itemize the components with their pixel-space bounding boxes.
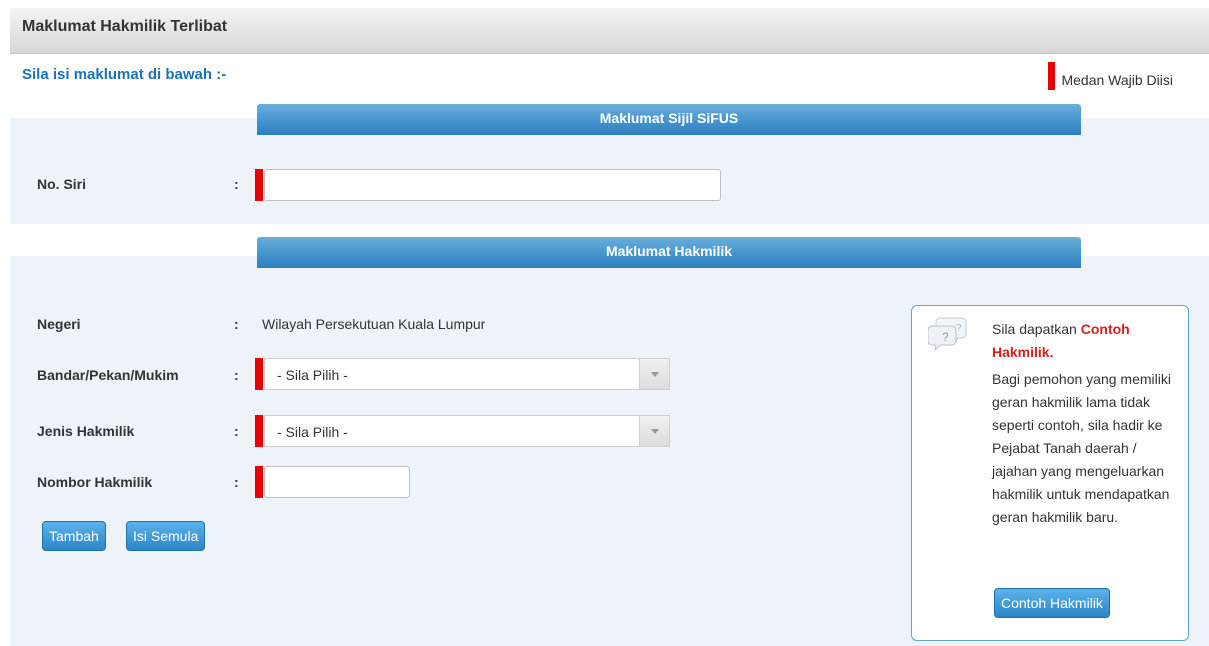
instruction-text: Sila isi maklumat di bawah :- (22, 66, 227, 83)
chevron-down-icon (651, 372, 659, 377)
help-box: ? ? Sila dapatkan Contoh Hakmilik. Bagi … (911, 305, 1189, 641)
jenis-colon: : (234, 423, 239, 439)
bandar-dropdown-button[interactable] (639, 359, 669, 389)
bandar-select[interactable]: - Sila Pilih - (264, 358, 670, 390)
jenis-select[interactable]: - Sila Pilih - (264, 415, 670, 447)
required-legend: Medan Wajib Diisi (1048, 62, 1173, 90)
negeri-label: Negeri (37, 316, 81, 332)
bandar-colon: : (234, 367, 239, 383)
tambah-button[interactable]: Tambah (42, 521, 106, 551)
help-highlight-hakmilik: Hakmilik. (992, 344, 1054, 360)
required-legend-text: Medan Wajib Diisi (1061, 72, 1173, 88)
jenis-selected-value: - Sila Pilih - (277, 424, 348, 440)
contoh-hakmilik-button[interactable]: Contoh Hakmilik (994, 588, 1110, 618)
no-siri-label: No. Siri (37, 176, 87, 192)
hakmilik-section-header: Maklumat Hakmilik (257, 237, 1081, 268)
svg-text:?: ? (956, 323, 962, 334)
help-text: Sila dapatkan Contoh Hakmilik. Bagi pemo… (992, 318, 1182, 529)
help-highlight-contoh: Contoh (1080, 321, 1130, 337)
bandar-required-marker (255, 358, 263, 390)
help-intro: Sila dapatkan (992, 321, 1081, 337)
svg-text:?: ? (942, 330, 949, 344)
no-siri-required-marker (255, 169, 263, 201)
nombor-label: Nombor Hakmilik (37, 474, 153, 490)
jenis-label: Jenis Hakmilik (37, 423, 135, 439)
chevron-down-icon (651, 429, 659, 434)
sifus-section-header: Maklumat Sijil SiFUS (257, 104, 1081, 135)
help-body: Bagi pemohon yang memiliki geran hakmili… (992, 371, 1171, 525)
negeri-value: Wilayah Persekutuan Kuala Lumpur (262, 316, 486, 332)
bandar-label: Bandar/Pekan/Mukim (37, 367, 179, 383)
no-siri-colon: : (234, 176, 239, 192)
page-title: Maklumat Hakmilik Terlibat (22, 18, 228, 35)
no-siri-input[interactable] (264, 169, 721, 201)
required-marker-icon (1048, 62, 1056, 90)
jenis-required-marker (255, 415, 263, 447)
negeri-colon: : (234, 316, 239, 332)
question-bubble-icon: ? ? (928, 317, 967, 352)
isi-semula-button[interactable]: Isi Semula (126, 521, 206, 551)
page-title-bar: Maklumat Hakmilik Terlibat (10, 8, 1209, 54)
nombor-colon: : (234, 474, 239, 490)
bandar-selected-value: - Sila Pilih - (277, 367, 348, 383)
nombor-required-marker (255, 466, 263, 498)
nombor-hakmilik-input[interactable] (264, 466, 410, 498)
jenis-dropdown-button[interactable] (639, 416, 669, 446)
